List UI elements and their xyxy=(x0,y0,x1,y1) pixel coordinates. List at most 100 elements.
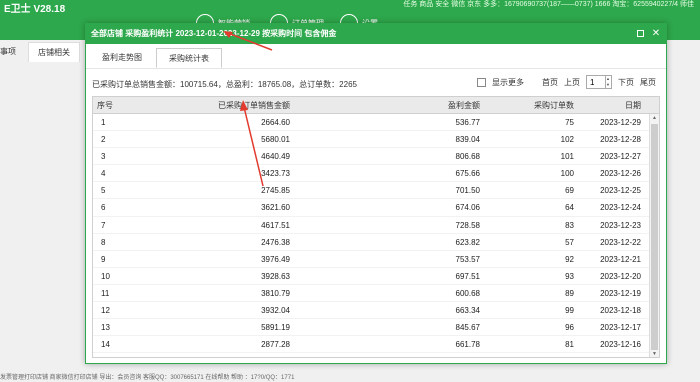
cell-sales: 3932.04 xyxy=(261,306,290,316)
scroll-down-icon[interactable]: ▼ xyxy=(652,351,657,357)
page-spinner[interactable]: ▲ ▼ xyxy=(605,75,612,89)
page-number-input[interactable] xyxy=(586,75,606,89)
cell-profit: 600.68 xyxy=(455,288,480,298)
tab-matters[interactable]: 事项 xyxy=(0,42,16,62)
cell-orders: 75 xyxy=(565,118,574,127)
cell-seq: 7 xyxy=(101,220,106,230)
cell-orders: 57 xyxy=(565,237,574,247)
table-row[interactable]: 5 2745.85 701.50 69 2023-12-25 xyxy=(93,182,659,200)
next-page-button[interactable]: 下页 xyxy=(618,77,634,88)
col-date: 日期 xyxy=(625,101,641,110)
dialog-titlebar: 全部店铺 采购盈利统计 2023-12-01-2023-12-29 按采购时间 … xyxy=(86,24,666,44)
cell-date: 2023-12-15 xyxy=(574,353,641,357)
table-body: 1 2664.60 536.77 75 2023-12-29 2 5680.01 839.04… xyxy=(93,114,659,357)
col-orders: 采购订单数 xyxy=(534,101,574,110)
cell-sales: 3810.79 xyxy=(261,288,290,298)
cell-sales: 3621.60 xyxy=(261,203,290,213)
cell-seq: 15 xyxy=(93,353,140,357)
dialog-tabs: 盈利走势图 采购统计表 xyxy=(86,45,666,69)
table-row[interactable]: 2 5680.01 839.04 102 2023-12-28 xyxy=(93,131,659,149)
cell-profit: 675.66 xyxy=(455,169,480,179)
table-row[interactable]: 3 4640.49 806.68 101 2023-12-27 xyxy=(93,148,659,166)
cell-orders: 99 xyxy=(565,306,574,316)
cell-orders: 94 xyxy=(480,353,574,357)
maximize-button[interactable] xyxy=(634,28,646,40)
cell-profit: 674.06 xyxy=(455,203,480,213)
summary-text: 已采购订单总销售金额：100715.64，总盈利：18765.08，总订单数：2… xyxy=(92,80,357,89)
prev-page-button[interactable]: 上页 xyxy=(564,77,580,88)
app-title: E卫士 V28.18 xyxy=(4,4,66,15)
stats-table: 序号 已采购订单销售金额 盈利金额 采购订单数 日期 1 2664.60 536.7… xyxy=(92,96,660,358)
table-row[interactable]: 14 2877.28 661.78 81 2023-12-16 xyxy=(93,336,659,354)
cell-date: 2023-12-27 xyxy=(600,152,641,162)
cell-sales: 2664.60 xyxy=(261,118,290,127)
show-more-label: 显示更多 xyxy=(492,77,524,87)
cell-profit: 806.68 xyxy=(455,152,480,162)
cell-seq: 10 xyxy=(101,271,110,281)
cell-profit: 753.57 xyxy=(455,254,480,264)
cell-date: 2023-12-24 xyxy=(600,203,641,213)
cell-seq: 11 xyxy=(101,288,110,298)
cell-profit: 701.50 xyxy=(455,186,480,196)
tab-store-related[interactable]: 店铺相关 xyxy=(28,42,80,62)
cell-sales: 2745.85 xyxy=(261,186,290,196)
cell-orders: 69 xyxy=(565,186,574,196)
cell-profit: 839.04 xyxy=(455,135,480,145)
cell-date: 2023-12-21 xyxy=(600,254,641,264)
cell-date: 2023-12-20 xyxy=(600,271,641,281)
cell-profit: 697.51 xyxy=(455,271,480,281)
cell-seq: 5 xyxy=(101,186,106,196)
table-row[interactable]: 10 3928.63 697.51 93 2023-12-20 xyxy=(93,268,659,285)
cell-sales: 2877.28 xyxy=(261,340,290,350)
cell-seq: 12 xyxy=(101,306,110,316)
table-row[interactable]: 153422.93614.34942023-12-15 xyxy=(93,353,659,357)
first-page-button[interactable]: 首页 xyxy=(542,77,558,88)
cell-seq: 8 xyxy=(101,237,106,247)
cell-seq: 3 xyxy=(101,152,106,162)
cell-sales: 3928.63 xyxy=(261,271,290,281)
col-profit: 盈利金额 xyxy=(448,101,480,110)
vertical-scrollbar[interactable]: ▲ ▼ xyxy=(649,114,659,357)
cell-date: 2023-12-22 xyxy=(600,237,641,247)
cell-profit: 536.77 xyxy=(455,118,480,127)
purchase-profit-dialog: 全部店铺 采购盈利统计 2023-12-01-2023-12-29 按采购时间 … xyxy=(85,23,667,364)
cell-date: 2023-12-16 xyxy=(600,340,641,350)
cell-seq: 13 xyxy=(101,323,110,333)
cell-sales: 3976.49 xyxy=(261,254,290,264)
tab-purchase-stats[interactable]: 采购统计表 xyxy=(156,48,222,68)
app-footer: 发票管理打印店铺 商家微信打印店铺 导出：会员咨询 客服QQ：300766517… xyxy=(0,375,295,381)
cell-date: 2023-12-17 xyxy=(600,323,641,333)
maximize-icon xyxy=(636,30,644,37)
table-row[interactable]: 9 3976.49 753.57 92 2023-12-21 xyxy=(93,251,659,268)
show-more-checkbox[interactable] xyxy=(477,77,486,87)
cell-orders: 89 xyxy=(565,288,574,298)
table-row[interactable]: 11 3810.79 600.68 89 2023-12-19 xyxy=(93,285,659,303)
cell-date: 2023-12-18 xyxy=(600,306,641,316)
dialog-title: 全部店铺 采购盈利统计 2023-12-01-2023-12-29 按采购时间 … xyxy=(91,29,337,38)
table-row[interactable]: 13 5891.19 845.67 96 2023-12-17 xyxy=(93,319,659,337)
table-row[interactable]: 1 2664.60 536.77 75 2023-12-29 xyxy=(93,114,659,132)
close-button[interactable]: ✕ xyxy=(650,28,662,40)
scroll-thumb[interactable] xyxy=(651,124,658,350)
cell-orders: 81 xyxy=(565,340,574,350)
cell-orders: 96 xyxy=(565,323,574,333)
close-icon: ✕ xyxy=(651,28,661,39)
cell-profit: 661.78 xyxy=(455,340,480,350)
last-page-button[interactable]: 尾页 xyxy=(640,77,656,88)
cell-seq: 14 xyxy=(101,340,110,350)
cell-orders: 101 xyxy=(560,152,574,162)
cell-sales: 5891.19 xyxy=(261,323,290,333)
cell-sales: 4640.49 xyxy=(261,152,290,162)
cell-date: 2023-12-25 xyxy=(600,186,641,196)
table-row[interactable]: 12 3932.04 663.34 99 2023-12-18 xyxy=(93,302,659,320)
tab-profit-trend[interactable]: 盈利走势图 xyxy=(90,48,154,68)
cell-sales: 5680.01 xyxy=(261,135,290,145)
table-row[interactable]: 8 2476.38 623.82 57 2023-12-22 xyxy=(93,234,659,251)
cell-date: 2023-12-26 xyxy=(600,169,641,179)
scroll-up-icon[interactable]: ▲ xyxy=(652,115,657,121)
table-header: 序号 已采购订单销售金额 盈利金额 采购订单数 日期 xyxy=(93,97,659,114)
table-row[interactable]: 6 3621.60 674.06 64 2023-12-24 xyxy=(93,199,659,217)
table-row[interactable]: 4 3423.73 675.66 100 2023-12-26 xyxy=(93,165,659,183)
cell-sales: 4617.51 xyxy=(261,220,290,230)
table-row[interactable]: 7 4617.51 728.58 83 2023-12-23 xyxy=(93,217,659,234)
